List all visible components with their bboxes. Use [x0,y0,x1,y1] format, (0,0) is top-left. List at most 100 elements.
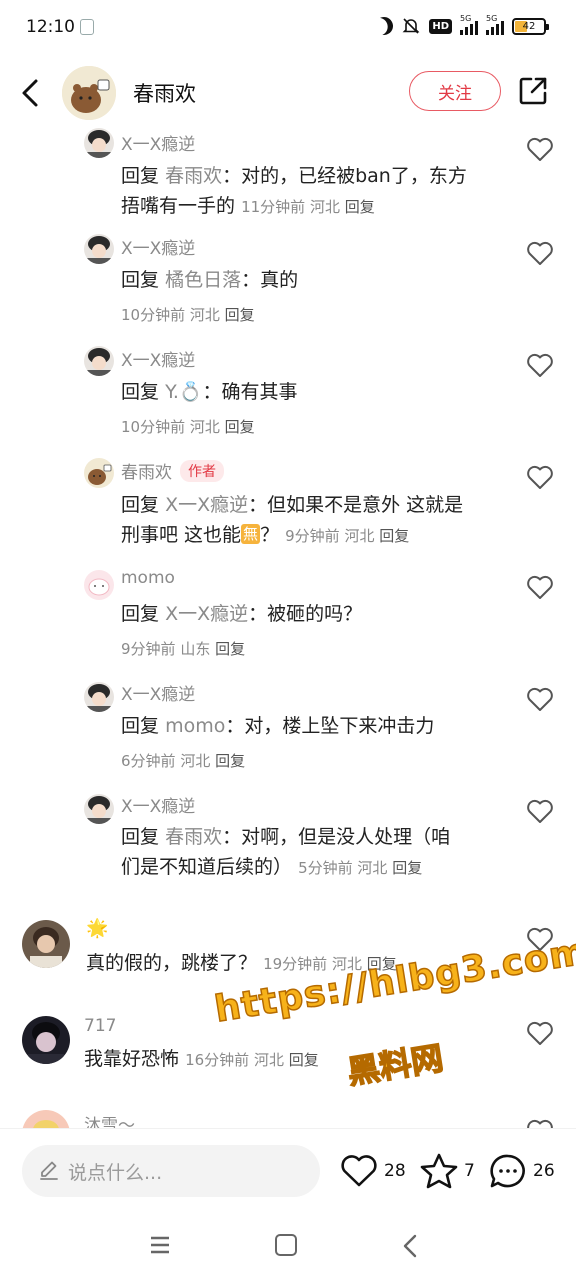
reply-link[interactable]: 回复 [215,752,245,770]
username[interactable]: 沐雪～ [84,1111,135,1128]
avatar[interactable] [22,920,70,968]
reply-link[interactable]: 回复 [392,859,422,877]
status-icons: HD 5G 5G 42 [372,14,549,39]
emoji-sticker: 無 [241,524,261,544]
collect-count: 7 [464,1161,475,1181]
menu-icon[interactable] [150,1236,170,1254]
battery-icon: 42 [512,17,549,35]
heart-icon[interactable] [526,1118,554,1128]
comment-item[interactable]: 717 我靠好恐怖 16分钟前 河北 回复 [0,1016,576,1096]
page-header: 春雨欢 关注 [0,56,576,128]
comment-meta: 10分钟前 河北 回复 [121,418,255,436]
avatar[interactable] [84,570,114,600]
reply-target[interactable]: momo [165,715,225,737]
reply-item[interactable]: momo 回复 X一X瘾逆：被砸的吗？ 9分钟前 山东 回复 [0,568,576,668]
reply-item[interactable]: X一X瘾逆 回复 momo：对，楼上坠下来冲击力 6分钟前 河北 回复 [0,680,576,780]
bottom-action-bar: 说点什么... 28 7 26 [0,1128,576,1212]
heart-icon[interactable] [526,352,554,378]
comment-body: 回复 momo：对，楼上坠下来冲击力 [121,715,435,737]
comment-icon [490,1154,525,1188]
reply-link[interactable]: 回复 [225,418,255,436]
heart-icon[interactable] [526,240,554,266]
avatar[interactable] [84,346,114,376]
reply-target[interactable]: X一X瘾逆 [165,494,248,516]
page-title[interactable]: 春雨欢 [133,78,196,108]
reply-item[interactable]: X一X瘾逆 回复 Y.💍：确有其事 10分钟前 河北 回复 [0,344,576,444]
share-icon[interactable] [518,76,548,106]
heart-icon[interactable] [526,136,554,162]
heart-icon[interactable] [526,798,554,824]
reply-link[interactable]: 回复 [289,1051,319,1069]
heart-icon[interactable] [526,464,554,490]
status-time: 12:10 [26,17,75,37]
status-bar: 12:10 HD 5G 5G 42 [0,0,576,56]
comment-meta: 6分钟前 河北 回复 [121,752,246,770]
notification-icon [80,19,94,35]
reply-link[interactable]: 回复 [225,306,255,324]
reply-link[interactable]: 回复 [379,527,409,545]
heart-icon[interactable] [526,574,554,600]
reply-item[interactable]: X一X瘾逆 回复 春雨欢：对啊，但是没人处理（咱 们是不知道后续的） 5分钟前 … [0,792,576,892]
reply-target[interactable]: 橘色日落 [165,269,241,291]
like-button[interactable]: 28 [340,1153,406,1189]
avatar[interactable] [84,458,114,488]
author-badge: 作者 [180,460,224,482]
avatar[interactable] [84,128,114,158]
comment-item[interactable]: 沐雪～ [0,1110,576,1128]
hd-badge: HD [429,18,452,34]
reply-target[interactable]: 春雨欢 [165,826,222,848]
home-icon[interactable] [275,1234,297,1256]
comment-count: 26 [533,1161,555,1181]
comment-meta: 10分钟前 河北 回复 [121,306,255,324]
username[interactable]: 🌟 [86,918,108,939]
signal-icon-1: 5G [460,14,478,35]
nav-back-icon[interactable] [402,1234,418,1258]
comment-input[interactable]: 说点什么... [22,1145,320,1197]
username[interactable]: momo [121,568,175,588]
username[interactable]: 717 [84,1016,116,1036]
reply-item[interactable]: 春雨欢 作者 回复 X一X瘾逆：但如果不是意外 这就是 刑事吧 这也能無？ 9分钟… [0,456,576,568]
comment-body: 回复 X一X瘾逆：但如果不是意外 这就是 刑事吧 这也能無？ 9分钟前 河北 回… [121,494,464,546]
like-count: 28 [384,1161,406,1181]
avatar[interactable] [84,794,114,824]
avatar[interactable] [84,234,114,264]
reply-target[interactable]: X一X瘾逆 [165,603,248,625]
username[interactable]: X一X瘾逆 [121,792,195,817]
heart-icon[interactable] [526,686,554,712]
comment-button[interactable]: 26 [489,1153,555,1189]
back-icon[interactable] [18,78,44,108]
comment-body: 回复 X一X瘾逆：被砸的吗？ [121,603,363,625]
heart-icon[interactable] [526,1020,554,1046]
reply-target[interactable]: 春雨欢 [165,165,222,187]
comment-body: 回复 Y.💍：确有其事 [121,381,298,403]
comment-body: 回复 春雨欢：对啊，但是没人处理（咱 们是不知道后续的） 5分钟前 河北 回复 [121,826,451,878]
heart-icon [341,1155,377,1187]
username[interactable]: X一X瘾逆 [121,234,195,259]
reply-link[interactable]: 回复 [345,198,375,216]
system-nav-bar [0,1212,576,1280]
comment-meta: 9分钟前 山东 回复 [121,640,246,658]
star-icon [420,1153,458,1189]
avatar[interactable] [22,1110,70,1128]
signal-icon-2: 5G [486,14,504,35]
moon-icon [372,14,397,39]
follow-button[interactable]: 关注 [409,71,501,111]
reply-link[interactable]: 回复 [215,640,245,658]
reply-item[interactable]: X一X瘾逆 回复 橘色日落：真的 10分钟前 河北 回复 [0,232,576,332]
battery-level: 42 [522,20,536,32]
reply-target[interactable]: Y.💍 [165,381,202,403]
avatar[interactable] [84,682,114,712]
comment-body: 回复 橘色日落：真的 [121,269,299,291]
pencil-icon [40,1161,58,1180]
comment-input-placeholder: 说点什么... [68,1162,163,1184]
username[interactable]: 春雨欢 作者 [121,458,224,483]
collect-button[interactable]: 7 [420,1153,475,1189]
comment-body: 回复 春雨欢：对的，已经被ban了，东方 捂嘴有一手的 11分钟前 河北 回复 [121,165,467,217]
username[interactable]: X一X瘾逆 [121,680,195,705]
username[interactable]: X一X瘾逆 [121,346,195,371]
avatar[interactable] [22,1016,70,1064]
bell-off-icon [402,18,420,34]
reply-item[interactable]: X一X瘾逆 回复 春雨欢：对的，已经被ban了，东方 捂嘴有一手的 11分钟前 … [0,128,576,228]
author-avatar[interactable] [62,66,116,120]
username[interactable]: X一X瘾逆 [121,130,195,155]
